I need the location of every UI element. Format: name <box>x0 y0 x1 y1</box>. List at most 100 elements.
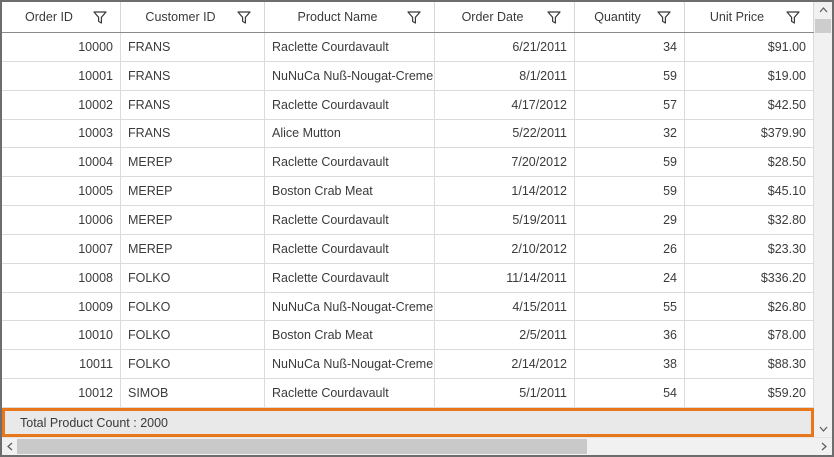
filter-funnel-icon[interactable] <box>92 9 108 25</box>
cell-quantity[interactable]: 36 <box>575 321 685 350</box>
cell-unit-price[interactable]: $78.00 <box>685 321 814 350</box>
cell-order-date[interactable]: 7/20/2012 <box>435 148 575 177</box>
cell-unit-price[interactable]: $19.00 <box>685 61 814 90</box>
cell-quantity[interactable]: 34 <box>575 33 685 61</box>
table-row[interactable]: 10007 MEREP Raclette Courdavault 2/10/2012 2… <box>2 234 814 264</box>
cell-customer-id[interactable]: FRANS <box>121 61 265 90</box>
table-row[interactable]: 10010 FOLKO Boston Crab Meat 2/5/2011 36 $78.… <box>2 321 814 351</box>
cell-order-date[interactable]: 1/14/2012 <box>435 177 575 206</box>
cell-customer-id[interactable]: FOLKO <box>121 263 265 292</box>
cell-quantity[interactable]: 32 <box>575 119 685 148</box>
cell-customer-id[interactable]: FOLKO <box>121 292 265 321</box>
cell-order-id[interactable]: 10000 <box>2 33 121 61</box>
table-row[interactable]: 10009 FOLKO NuNuCa Nuß-Nougat-Creme 4/15/20… <box>2 292 814 322</box>
cell-quantity[interactable]: 24 <box>575 263 685 292</box>
column-header-product-name[interactable]: Product Name <box>265 2 435 32</box>
table-row[interactable]: 10008 FOLKO Raclette Courdavault 11/14/2011… <box>2 263 814 293</box>
cell-order-id[interactable]: 10012 <box>2 379 121 407</box>
cell-product-name[interactable]: Alice Mutton <box>265 119 435 148</box>
cell-unit-price[interactable]: $45.10 <box>685 177 814 206</box>
table-row[interactable]: 10000 FRANS Raclette Courdavault 6/21/2011 3… <box>2 33 814 62</box>
cell-product-name[interactable]: Boston Crab Meat <box>265 177 435 206</box>
cell-customer-id[interactable]: SIMOB <box>121 379 265 407</box>
filter-funnel-icon[interactable] <box>546 9 562 25</box>
column-header-unit-price[interactable]: Unit Price <box>685 2 814 32</box>
cell-order-id[interactable]: 10006 <box>2 206 121 234</box>
column-header-order-id[interactable]: Order ID <box>2 2 121 32</box>
cell-product-name[interactable]: Raclette Courdavault <box>265 206 435 234</box>
table-row[interactable]: 10006 MEREP Raclette Courdavault 5/19/2011 2… <box>2 206 814 235</box>
cell-order-id[interactable]: 10002 <box>2 90 121 119</box>
cell-order-date[interactable]: 2/10/2012 <box>435 234 575 263</box>
cell-quantity[interactable]: 57 <box>575 90 685 119</box>
cell-quantity[interactable]: 29 <box>575 206 685 234</box>
cell-order-date[interactable]: 2/5/2011 <box>435 321 575 350</box>
cell-unit-price[interactable]: $26.80 <box>685 292 814 321</box>
cell-order-id[interactable]: 10005 <box>2 177 121 206</box>
column-header-quantity[interactable]: Quantity <box>575 2 685 32</box>
cell-order-date[interactable]: 2/14/2012 <box>435 350 575 379</box>
cell-quantity[interactable]: 59 <box>575 148 685 177</box>
cell-order-date[interactable]: 8/1/2011 <box>435 61 575 90</box>
horizontal-scrollbar-thumb[interactable] <box>17 439 587 454</box>
cell-unit-price[interactable]: $91.00 <box>685 33 814 61</box>
filter-funnel-icon[interactable] <box>785 9 801 25</box>
table-row[interactable]: 10011 FOLKO NuNuCa Nuß-Nougat-Creme 2/14/20… <box>2 350 814 380</box>
cell-order-id[interactable]: 10008 <box>2 263 121 292</box>
cell-product-name[interactable]: Boston Crab Meat <box>265 321 435 350</box>
cell-order-date[interactable]: 5/19/2011 <box>435 206 575 234</box>
cell-unit-price[interactable]: $32.80 <box>685 206 814 234</box>
cell-customer-id[interactable]: FRANS <box>121 90 265 119</box>
cell-product-name[interactable]: Raclette Courdavault <box>265 379 435 407</box>
cell-unit-price[interactable]: $28.50 <box>685 148 814 177</box>
cell-order-date[interactable]: 11/14/2011 <box>435 263 575 292</box>
cell-customer-id[interactable]: FRANS <box>121 119 265 148</box>
vertical-scrollbar[interactable] <box>814 2 832 437</box>
cell-order-id[interactable]: 10011 <box>2 350 121 379</box>
scroll-right-button[interactable] <box>816 438 832 455</box>
cell-order-id[interactable]: 10004 <box>2 148 121 177</box>
table-row[interactable]: 10004 MEREP Raclette Courdavault 7/20/2012 5… <box>2 148 814 178</box>
scroll-left-button[interactable] <box>2 438 18 455</box>
table-row[interactable]: 10005 MEREP Boston Crab Meat 1/14/2012 59 $45… <box>2 177 814 207</box>
cell-customer-id[interactable]: FRANS <box>121 33 265 61</box>
scroll-down-button[interactable] <box>814 421 832 437</box>
table-row[interactable]: 10002 FRANS Raclette Courdavault 4/17/2012 5… <box>2 90 814 120</box>
cell-customer-id[interactable]: FOLKO <box>121 350 265 379</box>
cell-product-name[interactable]: Raclette Courdavault <box>265 33 435 61</box>
cell-customer-id[interactable]: MEREP <box>121 177 265 206</box>
cell-product-name[interactable]: Raclette Courdavault <box>265 148 435 177</box>
cell-quantity[interactable]: 54 <box>575 379 685 407</box>
cell-order-date[interactable]: 4/15/2011 <box>435 292 575 321</box>
cell-order-id[interactable]: 10009 <box>2 292 121 321</box>
cell-unit-price[interactable]: $379.90 <box>685 119 814 148</box>
filter-funnel-icon[interactable] <box>236 9 252 25</box>
table-row[interactable]: 10012 SIMOB Raclette Courdavault 5/1/2011 54… <box>2 379 814 408</box>
cell-order-date[interactable]: 6/21/2011 <box>435 33 575 61</box>
column-header-order-date[interactable]: Order Date <box>435 2 575 32</box>
cell-order-id[interactable]: 10010 <box>2 321 121 350</box>
cell-unit-price[interactable]: $88.30 <box>685 350 814 379</box>
cell-product-name[interactable]: Raclette Courdavault <box>265 234 435 263</box>
cell-unit-price[interactable]: $336.20 <box>685 263 814 292</box>
cell-product-name[interactable]: NuNuCa Nuß-Nougat-Creme <box>265 350 435 379</box>
cell-quantity[interactable]: 26 <box>575 234 685 263</box>
filter-funnel-icon[interactable] <box>406 9 422 25</box>
cell-quantity[interactable]: 55 <box>575 292 685 321</box>
cell-order-date[interactable]: 5/22/2011 <box>435 119 575 148</box>
cell-unit-price[interactable]: $42.50 <box>685 90 814 119</box>
scroll-up-button[interactable] <box>814 2 832 18</box>
cell-product-name[interactable]: Raclette Courdavault <box>265 90 435 119</box>
cell-quantity[interactable]: 38 <box>575 350 685 379</box>
cell-customer-id[interactable]: MEREP <box>121 148 265 177</box>
cell-quantity[interactable]: 59 <box>575 177 685 206</box>
cell-order-id[interactable]: 10003 <box>2 119 121 148</box>
horizontal-scrollbar[interactable] <box>2 437 832 455</box>
cell-customer-id[interactable]: MEREP <box>121 206 265 234</box>
cell-order-id[interactable]: 10007 <box>2 234 121 263</box>
cell-customer-id[interactable]: FOLKO <box>121 321 265 350</box>
cell-order-date[interactable]: 4/17/2012 <box>435 90 575 119</box>
cell-quantity[interactable]: 59 <box>575 61 685 90</box>
cell-unit-price[interactable]: $59.20 <box>685 379 814 407</box>
cell-order-id[interactable]: 10001 <box>2 61 121 90</box>
